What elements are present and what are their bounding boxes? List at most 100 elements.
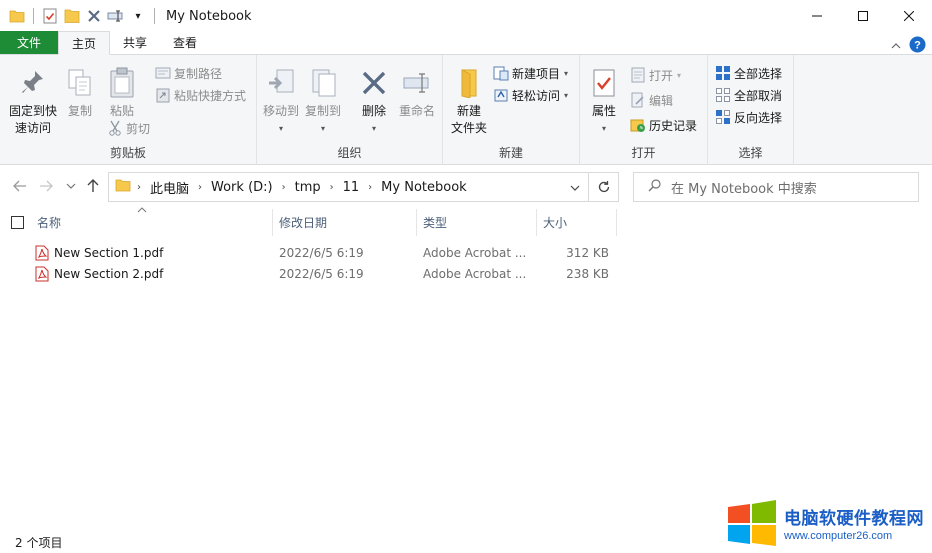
rename-label: 重命名	[398, 104, 435, 118]
rename-icon[interactable]	[107, 7, 125, 25]
group-organize: 移动到 ▾ 复制到 ▾ 删除 ▾ 重命名 组织	[257, 55, 443, 165]
file-row[interactable]: New Section 1.pdf 2022/6/5 6:19 Adobe Ac…	[30, 242, 616, 263]
pdf-file-icon	[35, 266, 49, 281]
move-to-label: 移动到	[262, 104, 299, 118]
column-header-name[interactable]: 名称	[37, 209, 272, 236]
file-modified: 2022/6/5 6:19	[279, 245, 364, 260]
column-header-modified[interactable]: 修改日期	[279, 209, 416, 236]
breadcrumb-11[interactable]: 11	[343, 180, 360, 195]
properties-icon[interactable]	[41, 7, 59, 25]
delete-button[interactable]: 删除 ▾	[355, 65, 393, 137]
group-new-label: 新建	[498, 146, 523, 160]
chevron-up-icon[interactable]	[891, 39, 901, 53]
column-divider[interactable]	[616, 209, 617, 236]
breadcrumb-this-pc[interactable]: 此电脑	[150, 178, 189, 197]
breadcrumb-work-drive[interactable]: Work (D:)	[211, 180, 273, 195]
group-open-label: 打开	[631, 146, 656, 160]
column-divider[interactable]	[272, 209, 273, 236]
status-bar: 2 个项目	[0, 531, 932, 553]
new-folder-icon[interactable]	[63, 7, 81, 25]
breadcrumb-tmp[interactable]: tmp	[295, 180, 321, 195]
column-header-type[interactable]: 类型	[423, 209, 536, 236]
history-label: 历史记录	[649, 118, 698, 133]
file-name-cell[interactable]: New Section 2.pdf	[35, 266, 163, 282]
chevron-right-icon[interactable]: ›	[198, 182, 202, 193]
search-box[interactable]: 在 My Notebook 中搜索	[633, 172, 919, 202]
column-header-size[interactable]: 大小	[543, 209, 616, 236]
chevron-down-icon: ▾	[371, 124, 376, 133]
file-row[interactable]: New Section 2.pdf 2022/6/5 6:19 Adobe Ac…	[30, 263, 616, 284]
select-all-checkbox[interactable]	[11, 216, 24, 229]
open-icon	[630, 67, 646, 83]
chevron-right-icon[interactable]: ›	[137, 182, 141, 193]
tab-file[interactable]: 文件	[0, 31, 58, 54]
delete-icon[interactable]	[85, 7, 103, 25]
properties-button[interactable]: 属性 ▾	[586, 65, 622, 137]
new-folder-button[interactable]: 新建 文件夹	[447, 65, 491, 137]
copy-to-button[interactable]: 复制到 ▾	[303, 65, 343, 137]
recent-locations-button[interactable]	[62, 177, 80, 195]
chevron-right-icon[interactable]: ›	[368, 182, 372, 193]
pin-label-2: 速访问	[14, 121, 51, 135]
chevron-right-icon[interactable]: ›	[282, 182, 286, 193]
tab-view[interactable]: 查看	[160, 31, 210, 54]
new-folder-label-2: 文件夹	[450, 121, 487, 135]
breadcrumb-my-notebook[interactable]: My Notebook	[381, 180, 467, 195]
copy-label: 复制	[67, 104, 92, 118]
cut-label: 剪切	[126, 121, 151, 136]
help-icon[interactable]: ?	[909, 36, 926, 56]
up-button[interactable]	[84, 177, 102, 195]
back-button[interactable]	[11, 177, 29, 195]
group-clipboard: 固定到快 速访问 复制 粘贴 复制路径 粘贴快捷方式 剪切 剪贴板	[0, 55, 257, 165]
edit-button[interactable]: 编辑	[630, 90, 673, 110]
move-to-button[interactable]: 移动到 ▾	[261, 65, 301, 137]
address-bar[interactable]: › 此电脑 › Work (D:) › tmp › 11 › My Notebo…	[108, 172, 589, 202]
invert-selection-button[interactable]: 反向选择	[715, 107, 782, 127]
easy-access-icon	[493, 87, 509, 103]
paste-shortcut-button[interactable]: 粘贴快捷方式	[155, 85, 246, 105]
new-item-label: 新建项目	[512, 66, 561, 81]
forward-button[interactable]	[37, 177, 55, 195]
file-name-cell[interactable]: New Section 1.pdf	[35, 245, 163, 261]
new-item-button[interactable]: 新建项目 ▾	[493, 63, 568, 83]
pin-quick-access-button[interactable]: 固定到快 速访问	[6, 65, 60, 137]
address-dropdown-icon[interactable]	[570, 181, 580, 196]
copy-button[interactable]: 复制	[62, 65, 98, 120]
maximize-button[interactable]	[840, 0, 886, 32]
ribbon-tabs: 文件 主页 共享 查看 ?	[0, 31, 932, 56]
select-all-button[interactable]: 全部选择	[715, 63, 782, 83]
window-controls	[794, 0, 932, 32]
chevron-down-icon: ▾	[564, 90, 569, 100]
column-divider[interactable]	[536, 209, 537, 236]
column-divider[interactable]	[416, 209, 417, 236]
group-open: 属性 ▾ 打开 ▾ 编辑 历史记录 打开	[580, 55, 708, 165]
select-none-icon	[715, 87, 731, 103]
file-size: 312 KB	[566, 245, 609, 260]
chevron-down-icon: ▾	[320, 124, 325, 133]
invert-selection-label: 反向选择	[734, 110, 783, 125]
chevron-right-icon[interactable]: ›	[330, 182, 334, 193]
file-size: 238 KB	[566, 266, 609, 281]
watermark-cn: 电脑软硬件教程网	[784, 509, 924, 529]
tab-share[interactable]: 共享	[110, 31, 160, 54]
select-none-button[interactable]: 全部取消	[715, 85, 782, 105]
folder-icon	[8, 7, 26, 25]
open-button[interactable]: 打开 ▾	[630, 65, 681, 85]
copy-path-button[interactable]: 复制路径	[155, 63, 222, 83]
refresh-button[interactable]	[589, 172, 619, 202]
title-bar: ▾ My Notebook	[0, 0, 932, 32]
chevron-down-icon: ▾	[601, 124, 606, 133]
cut-button[interactable]: 剪切	[107, 118, 150, 138]
easy-access-button[interactable]: 轻松访问 ▾	[493, 85, 568, 105]
close-button[interactable]	[886, 0, 932, 32]
paste-button[interactable]: 粘贴	[102, 65, 142, 120]
pin-label-1: 固定到快	[8, 104, 57, 118]
tab-home[interactable]: 主页	[58, 31, 111, 55]
history-button[interactable]: 历史记录	[630, 115, 697, 135]
qat-customize-icon[interactable]: ▾	[129, 7, 147, 25]
navigation-bar: › 此电脑 › Work (D:) › tmp › 11 › My Notebo…	[0, 165, 932, 209]
select-all-label: 全部选择	[734, 66, 783, 81]
rename-button[interactable]: 重命名	[395, 65, 439, 120]
copy-icon	[63, 65, 97, 101]
minimize-button[interactable]	[794, 0, 840, 32]
